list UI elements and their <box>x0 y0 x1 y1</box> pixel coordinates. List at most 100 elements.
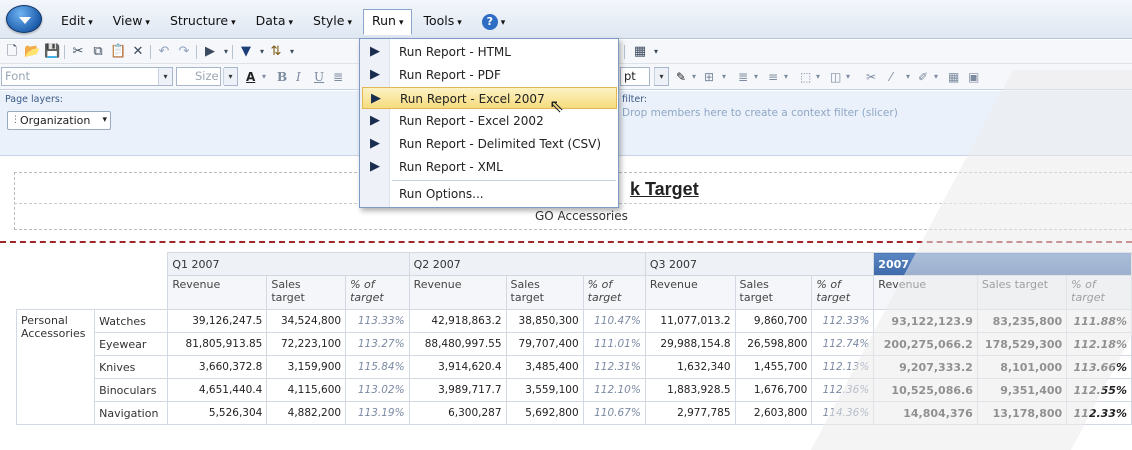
run-report-csv-item[interactable]: ▶ Run Report - Delimited Text (CSV) <box>362 133 617 155</box>
cell[interactable]: 1,632,340 <box>644 355 736 379</box>
underline-icon[interactable]: U <box>314 69 324 85</box>
chevron-down-icon[interactable]: ▾ <box>223 68 237 85</box>
cell[interactable]: 112.18% <box>1066 332 1132 356</box>
undo-icon[interactable]: ↶ <box>156 44 172 60</box>
sales-target-header[interactable]: Sales target <box>266 275 347 310</box>
cell[interactable]: 3,914,620.4 <box>408 355 507 379</box>
cell[interactable]: 178,529,300 <box>976 332 1068 356</box>
cell[interactable]: 112.31% <box>582 355 646 379</box>
align-vertical-icon[interactable]: ≡ <box>768 69 778 85</box>
cell[interactable]: 111.88% <box>1066 309 1132 333</box>
cell[interactable]: 5,526,304 <box>167 401 268 425</box>
pct-target-header[interactable]: % of target <box>582 275 646 310</box>
cell[interactable]: 42,918,863.2 <box>408 309 507 333</box>
sales-target-header[interactable]: Sales target <box>976 275 1068 310</box>
cell[interactable]: 110.47% <box>582 309 646 333</box>
size-combo[interactable]: Size <box>176 67 221 86</box>
point-size-combo[interactable]: pt <box>620 67 650 86</box>
product-row-header[interactable]: Binoculars <box>94 378 169 402</box>
background-icon[interactable]: ◫ <box>830 69 841 85</box>
menu-help[interactable]: ? ▾ <box>473 9 515 35</box>
chevron-down-icon[interactable] <box>160 67 175 86</box>
cell[interactable]: 111.01% <box>582 332 646 356</box>
cell[interactable]: 112.33% <box>1066 401 1132 425</box>
cell[interactable]: 83,235,800 <box>976 309 1068 333</box>
run-report-icon[interactable]: ▶ <box>202 44 218 60</box>
open-folder-icon[interactable]: 📂 <box>24 44 40 60</box>
report-title[interactable]: k Target <box>630 179 699 200</box>
cell[interactable]: 113.27% <box>345 332 410 356</box>
cell[interactable]: 93,122,123.9 <box>873 309 978 333</box>
menu-edit[interactable]: Edit ▾ <box>52 9 102 35</box>
chevron-down-icon[interactable]: ▾ <box>846 69 850 85</box>
cell[interactable]: 72,223,100 <box>266 332 347 356</box>
align-icon[interactable]: ≣ <box>333 69 343 85</box>
quarter-header[interactable]: Q1 2007 <box>167 252 410 276</box>
chart-icon[interactable]: ▦ <box>632 44 648 60</box>
quarter-header[interactable]: Q2 2007 <box>408 252 646 276</box>
revenue-header[interactable]: Revenue <box>873 275 978 310</box>
run-report-pdf-item[interactable]: ▶ Run Report - PDF <box>362 64 617 86</box>
cell[interactable]: 3,660,372.8 <box>167 355 268 379</box>
cell[interactable]: 29,988,154.8 <box>644 332 736 356</box>
cell[interactable]: 3,485,400 <box>505 355 584 379</box>
cell[interactable]: 26,598,800 <box>734 332 813 356</box>
cell[interactable]: 110.67% <box>582 401 646 425</box>
quarter-header[interactable]: Q3 2007 <box>644 252 875 276</box>
redo-icon[interactable]: ↷ <box>176 44 192 60</box>
chevron-down-icon[interactable]: ▾ <box>816 69 820 85</box>
chevron-down-icon[interactable]: ▾ <box>262 69 266 85</box>
cell[interactable]: 9,207,333.2 <box>873 355 978 379</box>
new-document-icon[interactable]: 🗋 <box>4 44 20 60</box>
cell[interactable]: 8,101,000 <box>976 355 1068 379</box>
paste-icon[interactable]: 📋 <box>110 44 126 60</box>
cell[interactable]: 10,525,086.6 <box>873 378 978 402</box>
cell[interactable]: 112.74% <box>811 332 875 356</box>
point-size-dropdown[interactable]: ▾ <box>654 67 669 86</box>
style-icon[interactable]: ✐ <box>918 69 928 85</box>
cell[interactable]: 113.19% <box>345 401 410 425</box>
align-left-icon[interactable]: ≣ <box>738 69 748 85</box>
cell[interactable]: 115.84% <box>345 355 410 379</box>
delete-icon[interactable]: ✕ <box>130 44 146 60</box>
sales-target-header[interactable]: Sales target <box>505 275 584 310</box>
cell[interactable]: 4,115,600 <box>266 378 347 402</box>
cut-icon[interactable]: ✂ <box>70 44 86 60</box>
save-icon[interactable]: 💾 <box>44 44 60 60</box>
italic-icon[interactable]: I <box>296 69 301 85</box>
run-report-html-item[interactable]: ▶ Run Report - HTML <box>362 41 617 63</box>
menu-style[interactable]: Style ▾ <box>304 9 361 35</box>
pct-target-header[interactable]: % of target <box>345 275 410 310</box>
chevron-down-icon[interactable]: ▾ <box>654 68 668 85</box>
font-combo[interactable]: Font ▾ <box>1 67 173 86</box>
size-dropdown[interactable]: ▾ <box>223 67 238 86</box>
menu-data[interactable]: Data ▾ <box>247 9 302 35</box>
menu-tools[interactable]: Tools ▾ <box>414 9 470 35</box>
revenue-header[interactable]: Revenue <box>408 275 507 310</box>
year-header[interactable]: 2007 <box>873 252 1132 276</box>
filter-icon[interactable]: ▼ <box>238 44 254 60</box>
chevron-down-icon[interactable]: ▾ <box>784 69 788 85</box>
cell[interactable]: 14,804,376 <box>873 401 978 425</box>
cell[interactable]: 9,860,700 <box>734 309 813 333</box>
clear-format-icon[interactable]: ✂ <box>866 69 876 85</box>
chevron-down-icon[interactable]: ▾ <box>284 44 300 60</box>
fill-icon[interactable]: ⬚ <box>800 69 811 85</box>
cell[interactable]: 112.10% <box>582 378 646 402</box>
cell[interactable]: 81,805,913.85 <box>167 332 268 356</box>
chevron-down-icon[interactable]: ▾ <box>648 44 664 60</box>
cell[interactable]: 3,159,900 <box>266 355 347 379</box>
product-row-header[interactable]: Knives <box>94 355 169 379</box>
context-filter-drop-zone[interactable]: Drop members here to create a context fi… <box>622 107 898 119</box>
row-group-header[interactable]: Personal Accessories <box>15 309 96 425</box>
cell[interactable]: 79,707,400 <box>505 332 584 356</box>
cell[interactable]: 88,480,997.55 <box>408 332 507 356</box>
revenue-header[interactable]: Revenue <box>644 275 736 310</box>
format-painter-icon[interactable]: ⁄ <box>890 69 892 85</box>
cell[interactable]: 113.66% <box>1066 355 1132 379</box>
product-row-header[interactable]: Eyewear <box>94 332 169 356</box>
revenue-header[interactable]: Revenue <box>167 275 268 310</box>
cell[interactable]: 38,850,300 <box>505 309 584 333</box>
cell[interactable]: 112.55% <box>1066 378 1132 402</box>
cell[interactable]: 4,882,200 <box>266 401 347 425</box>
